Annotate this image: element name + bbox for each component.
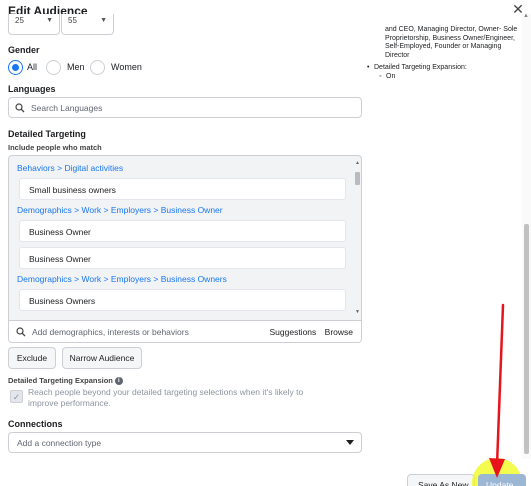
breadcrumb-item[interactable]: Business Owner — [161, 205, 223, 215]
detailed-targeting-box: Behaviors > Digital activities Small bus… — [8, 155, 362, 343]
age-min-select[interactable]: 25 ▼ — [8, 14, 60, 35]
targeting-list[interactable]: Behaviors > Digital activities Small bus… — [9, 156, 351, 316]
targeting-item-label: Business Owners — [29, 296, 96, 306]
save-as-new-button[interactable]: Save As New — [407, 474, 475, 486]
connections-label: Connections — [8, 419, 63, 429]
languages-label: Languages — [8, 84, 56, 94]
gender-option-label: Men — [67, 62, 85, 72]
radio-icon — [46, 59, 61, 75]
targeting-search-input[interactable]: Add demographics, interests or behaviors… — [9, 320, 361, 342]
languages-search-input[interactable]: Search Languages — [8, 97, 362, 118]
narrow-audience-button[interactable]: Narrow Audience — [62, 347, 142, 369]
languages-placeholder: Search Languages — [31, 102, 103, 113]
include-label: Include people who match — [8, 143, 102, 152]
caret-down-icon — [346, 440, 354, 445]
gender-option-all[interactable]: All — [8, 59, 37, 75]
scrollbar-thumb[interactable] — [524, 224, 529, 454]
breadcrumb-item[interactable]: Work — [82, 274, 102, 284]
chevron-down-icon: ▼ — [46, 17, 53, 24]
arrow-shaft — [495, 303, 505, 467]
breadcrumb-item[interactable]: Behaviors — [17, 163, 55, 173]
targeting-category-path: Behaviors > Digital activities — [17, 163, 124, 173]
gender-option-label: Women — [111, 62, 142, 72]
summary-line: Proprietorship, Business Owner/Engineer, — [385, 34, 515, 42]
scroll-up-icon[interactable]: ▲ — [523, 13, 529, 19]
expansion-label: Detailed Targeting Expansion i — [8, 376, 123, 385]
info-icon[interactable]: i — [114, 377, 123, 385]
targeting-item-label: Business Owner — [29, 254, 91, 264]
targeting-item-label: Business Owner — [29, 227, 91, 237]
targeting-item[interactable]: Small business owners — [19, 178, 346, 200]
connection-placeholder: Add a connection type — [17, 438, 102, 448]
exclude-button[interactable]: Exclude — [8, 347, 56, 369]
breadcrumb-item[interactable]: Digital activities — [65, 163, 124, 173]
targeting-category-path: Demographics > Work > Employers > Busine… — [17, 205, 223, 215]
breadcrumb-item[interactable]: Business Owners — [161, 274, 227, 284]
scrollbar-thumb[interactable] — [355, 172, 360, 185]
audience-summary: and CEO, Managing Director, Owner- Sole … — [385, 26, 520, 61]
summary-line: Director — [385, 52, 410, 60]
age-max-select[interactable]: 55 ▼ — [61, 14, 114, 35]
breadcrumb-item[interactable]: Demographics — [17, 205, 72, 215]
targeting-item[interactable]: Business Owners — [19, 289, 346, 311]
radio-selected-icon — [8, 59, 23, 75]
summary-line: and CEO, Managing Director, Owner- Sole — [385, 26, 518, 33]
detailed-targeting-label: Detailed Targeting — [8, 129, 86, 139]
dialog-scrollbar[interactable]: ▲ — [522, 13, 531, 459]
age-max-value: 55 — [68, 16, 77, 25]
targeting-item[interactable]: Business Owner — [19, 247, 346, 269]
breadcrumb-item[interactable]: Work — [82, 205, 102, 215]
breadcrumb-item[interactable]: Demographics — [17, 274, 72, 284]
summary-expansion-value: On — [379, 73, 396, 82]
chevron-down-icon: ▼ — [100, 17, 107, 24]
targeting-scrollbar[interactable]: ▲ ▼ — [354, 161, 361, 315]
browse-link[interactable]: Browse — [325, 327, 353, 337]
breadcrumb-item[interactable]: Employers — [111, 205, 151, 215]
gender-option-label: All — [27, 62, 38, 72]
targeting-category-path: Demographics > Work > Employers > Busine… — [17, 274, 227, 284]
search-icon — [15, 102, 25, 112]
breadcrumb-item[interactable]: Employers — [111, 274, 151, 284]
scroll-up-icon[interactable]: ▲ — [354, 161, 361, 166]
expansion-label-text: Detailed Targeting Expansion — [8, 376, 113, 385]
connection-type-select[interactable]: Add a connection type — [8, 432, 362, 453]
expansion-checkbox[interactable]: ✓ — [10, 390, 23, 403]
radio-icon — [90, 59, 105, 75]
age-min-value: 25 — [15, 16, 24, 25]
suggestions-link[interactable]: Suggestions — [269, 327, 316, 337]
targeting-search-placeholder: Add demographics, interests or behaviors — [32, 326, 189, 337]
summary-line: Self-Employed, Founder or Managing — [385, 43, 502, 51]
targeting-item-label: Small business owners — [29, 185, 116, 195]
targeting-item[interactable]: Business Owner — [19, 220, 346, 242]
expansion-description: Reach people beyond your detailed target… — [28, 387, 304, 408]
gender-label: Gender — [8, 45, 40, 55]
scroll-down-icon[interactable]: ▼ — [354, 310, 361, 315]
search-icon — [16, 326, 26, 336]
gender-option-women[interactable]: Women — [90, 59, 142, 75]
update-button[interactable]: Update — [478, 474, 526, 486]
gender-option-men[interactable]: Men — [46, 59, 85, 75]
summary-expansion-label: Detailed Targeting Expansion: — [367, 64, 467, 73]
